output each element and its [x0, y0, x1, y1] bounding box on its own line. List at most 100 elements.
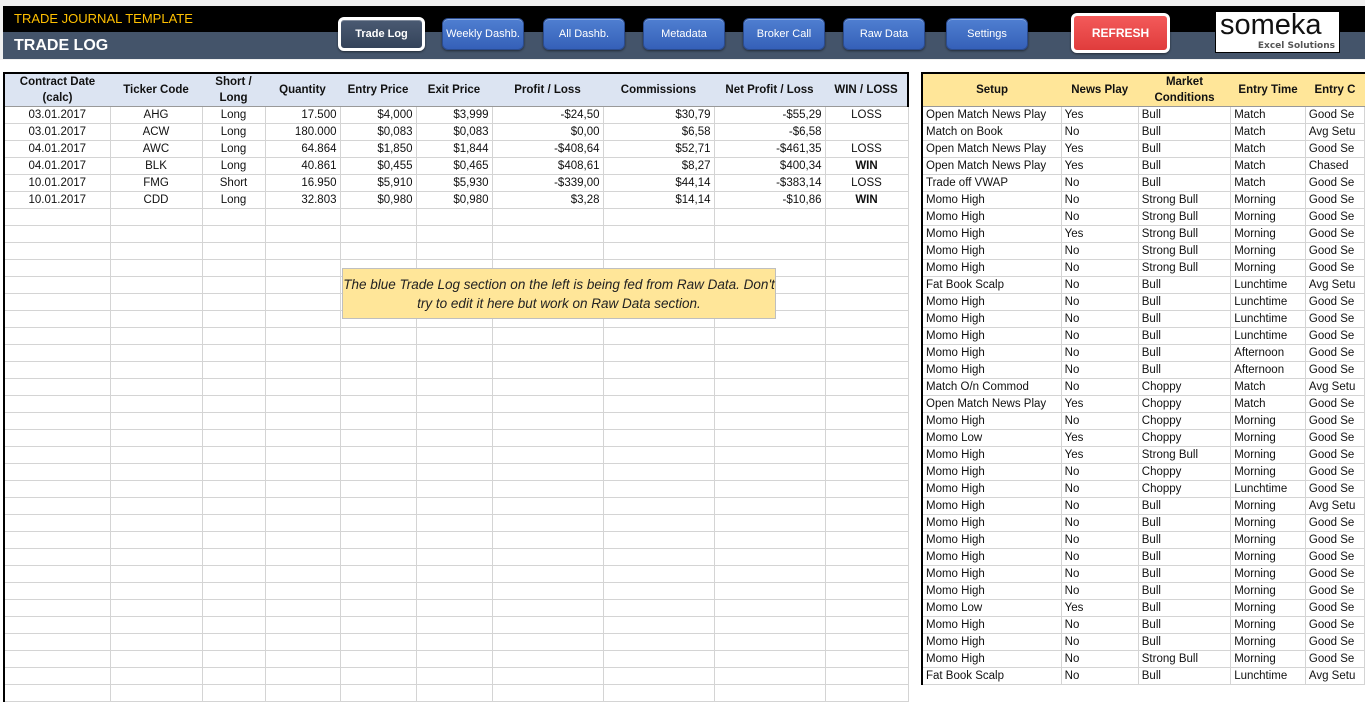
- empty-cell[interactable]: [264, 463, 341, 481]
- empty-cell[interactable]: [3, 225, 111, 243]
- setup-cell[interactable]: No: [1060, 242, 1139, 260]
- trade-log-cell[interactable]: BLK: [109, 157, 203, 175]
- empty-cell[interactable]: [824, 378, 909, 396]
- setup-cell[interactable]: No: [1060, 582, 1139, 600]
- empty-cell[interactable]: [201, 463, 266, 481]
- trade-log-cell[interactable]: 16.950: [264, 174, 341, 192]
- setup-cell[interactable]: Choppy: [1137, 412, 1232, 430]
- trade-log-row[interactable]: 03.01.2017 ACW Long 180.000 $0,083 $0,083 $0,0…: [3, 123, 909, 141]
- setup-row[interactable]: Trade off VWAP No Bull Match Good Se: [921, 174, 1365, 192]
- empty-cell[interactable]: [201, 684, 266, 702]
- setup-cell[interactable]: Momo High: [921, 633, 1062, 651]
- setup-row[interactable]: Momo High No Bull Morning Good Se: [921, 548, 1365, 566]
- empty-cell[interactable]: [109, 548, 203, 566]
- empty-cell[interactable]: [109, 395, 203, 413]
- empty-cell[interactable]: [491, 395, 604, 413]
- setup-row[interactable]: Momo High No Strong Bull Morning Good Se: [921, 259, 1365, 277]
- empty-cell[interactable]: [264, 327, 341, 345]
- empty-cell[interactable]: [339, 463, 417, 481]
- trade-log-cell[interactable]: [824, 123, 909, 141]
- setup-cell[interactable]: No: [1060, 497, 1139, 515]
- setup-cell[interactable]: Choppy: [1137, 463, 1232, 481]
- setup-cell[interactable]: Good Se: [1304, 174, 1365, 192]
- setup-cell[interactable]: Good Se: [1304, 565, 1365, 583]
- empty-cell[interactable]: [824, 361, 909, 379]
- empty-cell[interactable]: [713, 684, 826, 702]
- trade-log-cell[interactable]: $8,27: [602, 157, 715, 175]
- trade-log-row[interactable]: 04.01.2017 AWC Long 64.864 $1,850 $1,844 -$408…: [3, 140, 909, 158]
- empty-cell[interactable]: [713, 208, 826, 226]
- empty-cell[interactable]: [602, 242, 715, 260]
- setup-cell[interactable]: Momo High: [921, 344, 1062, 362]
- empty-cell[interactable]: [3, 310, 111, 328]
- empty-cell[interactable]: [713, 599, 826, 617]
- empty-cell[interactable]: [109, 276, 203, 294]
- trade-log-cell[interactable]: $3,999: [415, 106, 493, 124]
- trade-log-cell[interactable]: $0,980: [415, 191, 493, 209]
- empty-cell[interactable]: [415, 208, 493, 226]
- empty-cell[interactable]: [824, 225, 909, 243]
- empty-cell[interactable]: [491, 208, 604, 226]
- setup-cell[interactable]: Momo High: [921, 548, 1062, 566]
- empty-cell[interactable]: [109, 412, 203, 430]
- setup-row[interactable]: Momo High No Bull Lunchtime Good Se: [921, 310, 1365, 328]
- empty-cell[interactable]: [491, 599, 604, 617]
- empty-cell[interactable]: [415, 378, 493, 396]
- empty-cell[interactable]: [264, 208, 341, 226]
- empty-cell[interactable]: [415, 395, 493, 413]
- setup-cell[interactable]: Lunchtime: [1230, 276, 1306, 294]
- setup-cell[interactable]: Morning: [1230, 650, 1306, 668]
- empty-cell[interactable]: [713, 463, 826, 481]
- setup-cell[interactable]: Good Se: [1304, 106, 1365, 124]
- empty-cell[interactable]: [415, 463, 493, 481]
- setup-cell[interactable]: No: [1060, 344, 1139, 362]
- setup-cell[interactable]: Momo High: [921, 446, 1062, 464]
- empty-cell[interactable]: [3, 514, 111, 532]
- empty-cell[interactable]: [339, 582, 417, 600]
- setup-cell[interactable]: Choppy: [1137, 429, 1232, 447]
- setup-cell[interactable]: Good Se: [1304, 514, 1365, 532]
- setup-cell[interactable]: Momo High: [921, 327, 1062, 345]
- trade-log-cell[interactable]: FMG: [109, 174, 203, 192]
- trade-log-cell[interactable]: $4,000: [339, 106, 417, 124]
- setup-cell[interactable]: Afternoon: [1230, 361, 1306, 379]
- empty-cell[interactable]: [602, 480, 715, 498]
- empty-cell[interactable]: [339, 531, 417, 549]
- trade-log-cell[interactable]: $0,083: [415, 123, 493, 141]
- setup-cell[interactable]: Morning: [1230, 225, 1306, 243]
- empty-cell[interactable]: [264, 514, 341, 532]
- setup-cell[interactable]: Bull: [1137, 667, 1232, 685]
- empty-cell[interactable]: [264, 361, 341, 379]
- setup-cell[interactable]: Good Se: [1304, 208, 1365, 226]
- trade-log-cell[interactable]: $0,455: [339, 157, 417, 175]
- empty-cell[interactable]: [824, 616, 909, 634]
- setup-cell[interactable]: No: [1060, 548, 1139, 566]
- setup-cell[interactable]: Bull: [1137, 565, 1232, 583]
- setup-cell[interactable]: Strong Bull: [1137, 650, 1232, 668]
- empty-cell[interactable]: [264, 429, 341, 447]
- empty-cell[interactable]: [602, 378, 715, 396]
- setup-cell[interactable]: Lunchtime: [1230, 327, 1306, 345]
- empty-cell[interactable]: [3, 429, 111, 447]
- empty-cell[interactable]: [109, 497, 203, 515]
- setup-cell[interactable]: Good Se: [1304, 463, 1365, 481]
- setup-cell[interactable]: Bull: [1137, 327, 1232, 345]
- empty-cell[interactable]: [491, 548, 604, 566]
- setup-cell[interactable]: Bull: [1137, 361, 1232, 379]
- setup-cell[interactable]: Bull: [1137, 633, 1232, 651]
- setup-cell[interactable]: No: [1060, 259, 1139, 277]
- empty-cell[interactable]: [201, 310, 266, 328]
- empty-cell[interactable]: [602, 514, 715, 532]
- setup-cell[interactable]: Open Match News Play: [921, 140, 1062, 158]
- trade-log-empty-row[interactable]: [3, 361, 909, 379]
- trade-log-cell[interactable]: 03.01.2017: [3, 106, 111, 124]
- setup-cell[interactable]: Good Se: [1304, 310, 1365, 328]
- setup-cell[interactable]: Bull: [1137, 140, 1232, 158]
- empty-cell[interactable]: [109, 242, 203, 260]
- setup-row[interactable]: Momo Low Yes Bull Morning Good Se: [921, 599, 1365, 617]
- trade-log-row[interactable]: 03.01.2017 AHG Long 17.500 $4,000 $3,999 -$24,…: [3, 106, 909, 124]
- trade-log-cell[interactable]: $5,930: [415, 174, 493, 192]
- setup-row[interactable]: Momo High Yes Strong Bull Morning Good Se: [921, 446, 1365, 464]
- setup-row[interactable]: Open Match News Play Yes Bull Match Good Se: [921, 140, 1365, 158]
- empty-cell[interactable]: [109, 616, 203, 634]
